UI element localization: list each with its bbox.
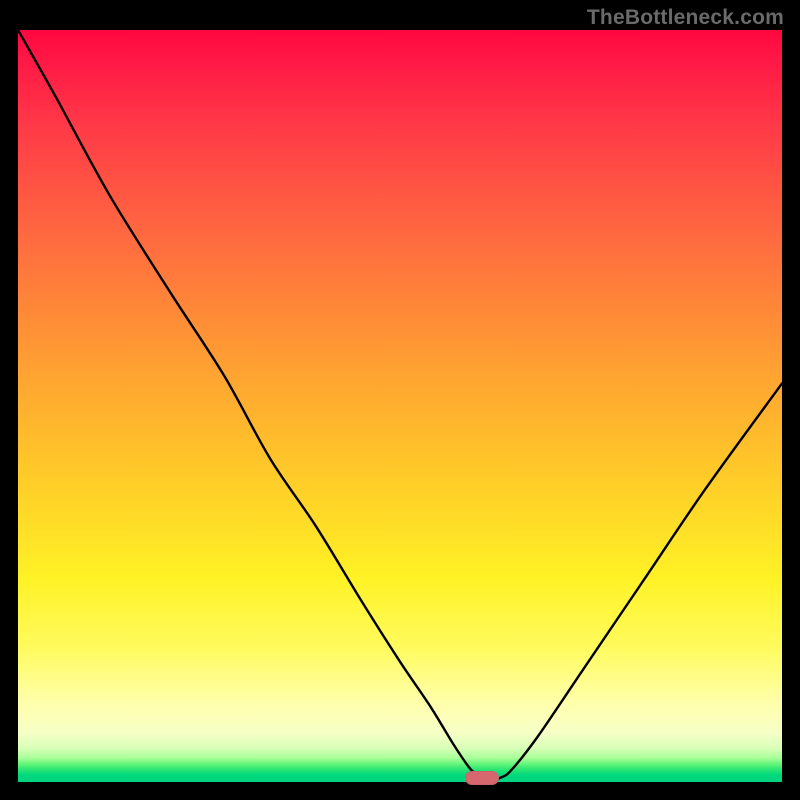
optimum-marker [465,771,499,785]
bottleneck-curve [18,30,782,782]
chart-frame: TheBottleneck.com [0,0,800,800]
plot-area [18,30,782,782]
watermark-text: TheBottleneck.com [587,6,784,30]
